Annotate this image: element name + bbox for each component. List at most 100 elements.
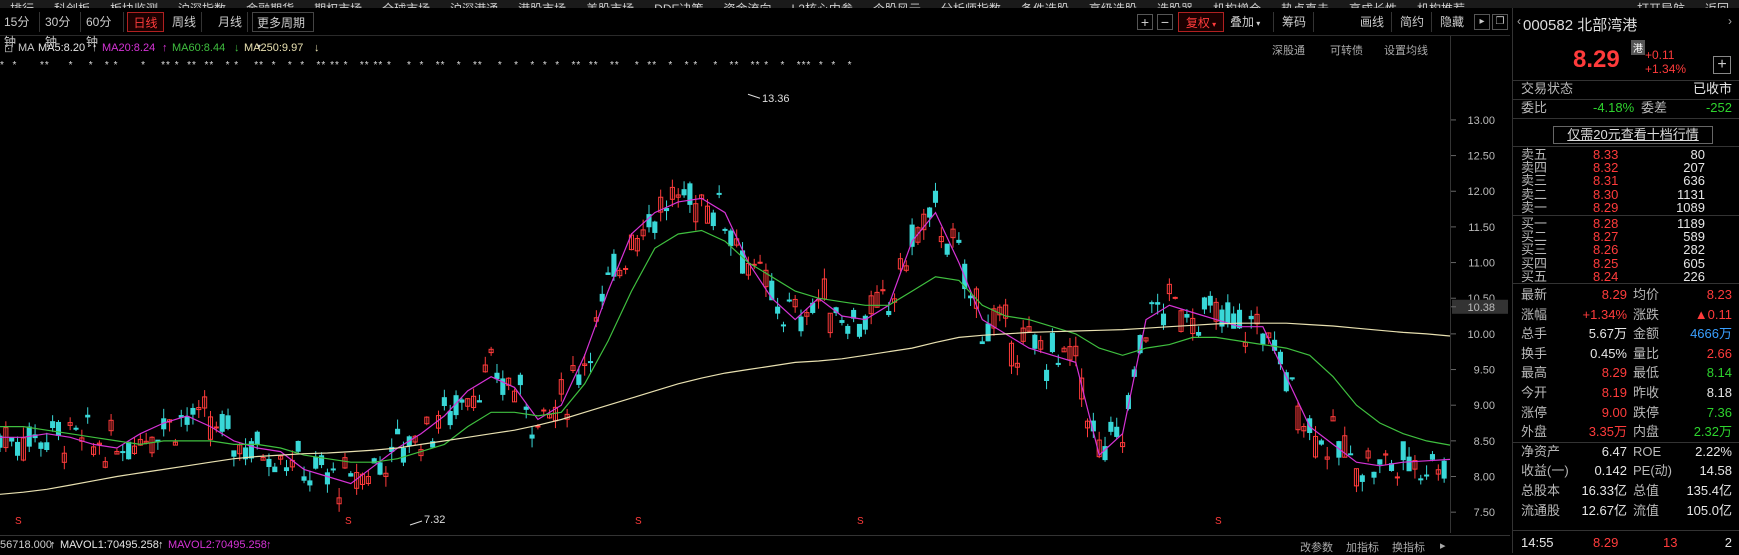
arrow-up-icon: ↑	[50, 539, 56, 551]
candle-body	[441, 397, 447, 407]
candle-body	[9, 437, 15, 442]
ma-label: MA	[18, 42, 35, 54]
candle-body	[710, 212, 716, 227]
add-watchlist-button[interactable]: +	[1713, 56, 1731, 74]
candle-body	[494, 372, 500, 380]
period-30min[interactable]: 30分钟	[41, 12, 81, 49]
arrow-up-icon: ↑	[158, 539, 164, 551]
vol-value: 56718.000	[0, 539, 52, 551]
candle-body	[120, 451, 126, 454]
overlay-dropdown[interactable]: 叠加 ▾	[1226, 12, 1274, 32]
period-day[interactable]: 日线	[127, 12, 164, 32]
stat-row: 总股本 16.33亿 总值 135.4亿	[1513, 482, 1739, 500]
level-price: 8.30	[1593, 186, 1619, 202]
signal-marker[interactable]: S	[635, 516, 642, 527]
tick-volume: 13	[1663, 535, 1678, 550]
candle-body	[272, 466, 278, 473]
stat-label: 涨幅	[1521, 306, 1548, 322]
settings-icon[interactable]: ⊡	[4, 42, 13, 55]
stat-row: 总手 5.67万 金额 4666万	[1513, 325, 1739, 343]
level-label: 卖三	[1521, 173, 1548, 189]
hide-button[interactable]: 隐藏	[1436, 12, 1472, 32]
level-volume: 207	[1683, 160, 1705, 176]
period-15min[interactable]: 15分钟	[0, 12, 40, 49]
level2-promo-link[interactable]: 仅需20元查看十档行情	[1553, 126, 1713, 144]
bid-level[interactable]: 买四 8.25 605	[1513, 257, 1739, 270]
signal-marker[interactable]: S	[15, 516, 22, 527]
chevron-right-icon[interactable]: ›	[1728, 14, 1732, 28]
stat-value: 2.32万	[1693, 424, 1732, 440]
candle-body	[944, 243, 950, 255]
arrow-up-icon: ↑	[162, 42, 168, 54]
period-week[interactable]: 周线	[168, 12, 202, 32]
candle-body	[50, 421, 56, 429]
more-periods-dropdown[interactable]: 更多周期 ▾	[252, 12, 314, 51]
signal-marker[interactable]: S	[345, 516, 352, 527]
bid-level[interactable]: 买一 8.28 1189	[1513, 217, 1739, 230]
signal-marker[interactable]: S	[1215, 516, 1222, 527]
bid-level[interactable]: 买二 8.27 589	[1513, 230, 1739, 243]
level-volume: 282	[1683, 242, 1705, 258]
scroll-arrow-icon[interactable]: ▸	[1440, 539, 1446, 552]
candle-body	[301, 476, 307, 481]
bid-level[interactable]: 买五 8.24 226	[1513, 270, 1739, 283]
link-convertible[interactable]: 可转债	[1330, 42, 1363, 58]
ask-level[interactable]: 卖三 8.31 636	[1513, 174, 1739, 187]
candle-body	[535, 425, 541, 428]
candle-body	[956, 239, 962, 243]
level-label: 买三	[1521, 242, 1548, 258]
ask-level[interactable]: 卖一 8.29 1089	[1513, 201, 1739, 214]
y-tick-label: 9.50	[1474, 365, 1495, 377]
candle-body	[599, 293, 605, 302]
simple-button[interactable]: 简约	[1396, 12, 1432, 32]
bid-level[interactable]: 买三 8.26 282	[1513, 243, 1739, 256]
zoom-out-icon[interactable]: −	[1157, 14, 1173, 30]
level-volume: 589	[1683, 229, 1705, 245]
kline-chart[interactable]: 13.00 12.50 12.00 11.50 11.00 10.50 10.38 10.00…	[0, 70, 1510, 530]
ma-legend: ⊡ MA MA5:8.20 ↑ MA20:8.24 ↑ MA60:8.44 ↓ …	[0, 40, 1510, 58]
stat-label: 流值	[1633, 502, 1660, 518]
chevron-left-icon[interactable]: ‹	[1517, 14, 1521, 28]
link-hk-connect[interactable]: 深股通	[1272, 42, 1305, 58]
candle-body	[1201, 297, 1207, 310]
zoom-in-icon[interactable]: +	[1137, 14, 1153, 30]
stat-label: 净资产	[1521, 443, 1561, 459]
period-month[interactable]: 月线	[214, 12, 248, 32]
candle-body	[728, 230, 734, 247]
stat-label: 换手	[1521, 345, 1548, 361]
candle-body	[681, 189, 687, 196]
candle-body	[687, 183, 693, 205]
top-nav: 排行科创板板块监测沪深指数金融期货期权市场全球市场沪深港通港股市场美股市场DDE…	[0, 0, 1739, 8]
tick-time: 14:55	[1521, 535, 1554, 550]
signal-marker[interactable]: S	[857, 516, 864, 527]
candle-body	[932, 190, 939, 203]
ask-level[interactable]: 卖四 8.32 207	[1513, 161, 1739, 174]
chips-button[interactable]: 筹码	[1278, 12, 1314, 32]
level-price: 8.24	[1593, 268, 1619, 284]
period-60min[interactable]: 60分钟	[82, 12, 124, 49]
weibi-label: 委比	[1521, 100, 1548, 115]
max-price-annotation: 13.36	[762, 93, 790, 105]
stat-value: 105.0亿	[1686, 502, 1732, 518]
stock-name: 北部湾港	[1577, 17, 1638, 34]
candle-body	[184, 416, 190, 425]
stat-label: 总手	[1521, 326, 1548, 342]
stat-label: 流通股	[1521, 502, 1561, 518]
ask-level[interactable]: 卖二 8.30 1131	[1513, 188, 1739, 201]
draw-line-button[interactable]: 画线	[1356, 12, 1392, 32]
adjust-dropdown[interactable]: 复权 ▾	[1178, 12, 1224, 32]
candle-body	[1155, 302, 1161, 305]
restore-window-icon[interactable]: ❐	[1492, 14, 1508, 30]
candle-body	[1260, 333, 1266, 345]
mavol1-value: MAVOL1:70495.258	[60, 539, 159, 551]
stat-label: 最低	[1633, 365, 1660, 381]
stat-row: 今开 8.19 昨收 8.18	[1513, 384, 1739, 402]
hk-connect-badge: 港	[1631, 40, 1645, 55]
candle-body	[1406, 456, 1412, 472]
ma-settings-link[interactable]: 设置均线	[1384, 42, 1428, 58]
chevron-right-icon[interactable]: ▸	[1474, 14, 1490, 30]
candle-body	[605, 272, 611, 275]
ask-level[interactable]: 卖五 8.33 80	[1513, 148, 1739, 161]
candle-body	[1055, 362, 1061, 365]
candle-body	[395, 428, 401, 435]
